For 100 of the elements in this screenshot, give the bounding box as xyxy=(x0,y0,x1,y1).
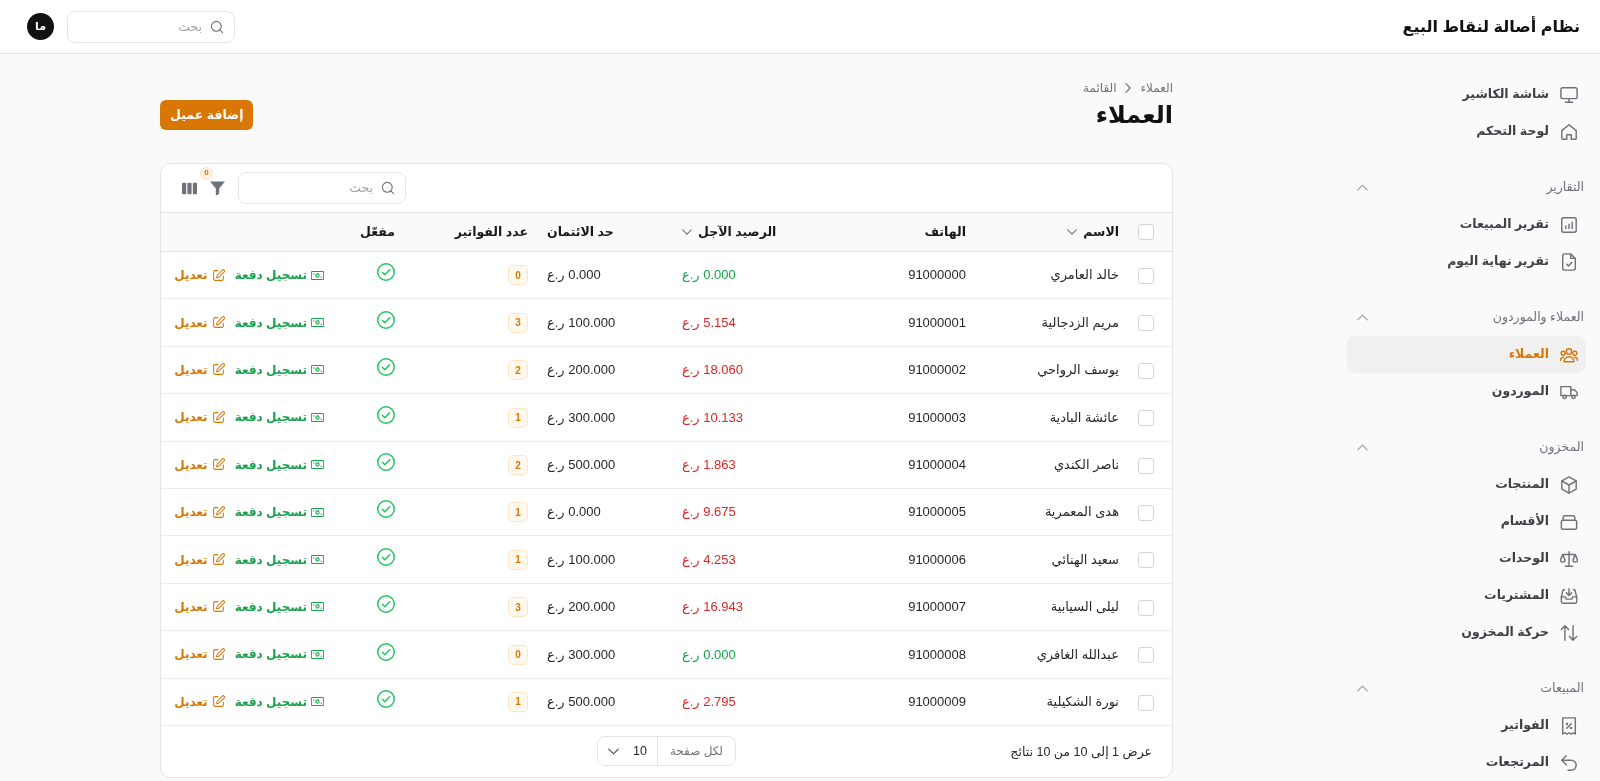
edit-link[interactable]: تعديل xyxy=(174,597,225,616)
column-header: عدد الفواتير xyxy=(454,224,528,239)
sidebar-section-header[interactable]: المبيعات xyxy=(1347,670,1586,707)
phone-number: 91000001 xyxy=(789,298,974,347)
balance-amount: 0.000 ر.ع xyxy=(657,251,789,299)
record-payment-link[interactable]: تسجيل دفعة xyxy=(234,455,324,474)
edit-link[interactable]: تعديل xyxy=(174,360,225,379)
table-search-field[interactable]: بحث xyxy=(238,172,406,204)
columns-icon xyxy=(182,180,197,196)
sidebar-item[interactable]: المرتجعات xyxy=(1347,744,1586,781)
sidebar-item[interactable]: العملاء xyxy=(1347,336,1586,373)
row-checkbox[interactable] xyxy=(1138,694,1154,711)
row-checkbox[interactable] xyxy=(1138,599,1154,616)
edit-link[interactable]: تعديل xyxy=(174,645,225,664)
sidebar-item[interactable]: تقرير المبيعات xyxy=(1347,206,1586,243)
edit-link[interactable]: تعديل xyxy=(174,266,225,285)
customer-name: ليلى السيابية xyxy=(974,583,1129,631)
record-payment-link[interactable]: تسجيل دفعة xyxy=(234,550,324,569)
scale-icon xyxy=(1560,549,1578,568)
column-header: الهاتف xyxy=(924,224,966,239)
row-checkbox[interactable] xyxy=(1138,268,1154,284)
invoice-count-badge: 0 xyxy=(508,265,528,286)
edit-icon xyxy=(211,268,225,282)
edit-link[interactable]: تعديل xyxy=(174,550,225,569)
chevron-down-icon xyxy=(607,747,619,755)
row-checkbox[interactable] xyxy=(1138,457,1154,474)
banknote-icon xyxy=(311,410,324,424)
tray-icon xyxy=(1560,512,1578,531)
phone-number: 91000007 xyxy=(789,583,974,631)
customer-name: عبدالله الغافري xyxy=(974,630,1129,678)
search-field[interactable]: بحث xyxy=(67,10,235,43)
edit-icon xyxy=(211,410,225,424)
row-checkbox[interactable] xyxy=(1138,362,1154,379)
record-payment-link[interactable]: تسجيل دفعة xyxy=(234,503,324,522)
column-header: مفعّل xyxy=(360,224,395,239)
banknote-icon xyxy=(311,600,324,614)
banknote-icon xyxy=(311,363,324,377)
invoice-count-badge: 2 xyxy=(508,360,528,381)
row-checkbox[interactable] xyxy=(1138,552,1154,569)
row-checkbox[interactable] xyxy=(1138,410,1154,427)
customer-name: هدى المعمرية xyxy=(974,488,1129,536)
record-payment-link[interactable]: تسجيل دفعة xyxy=(234,692,324,711)
balance-amount: 2.795 ر.ع xyxy=(657,678,789,726)
sidebar-item[interactable]: المشتريات xyxy=(1347,577,1586,614)
credit-limit: 0.000 ر.ع xyxy=(539,488,657,536)
sidebar-item[interactable]: شاشة الكاشير xyxy=(1347,76,1586,113)
credit-limit: 500.000 ر.ع xyxy=(539,441,657,489)
column-sort-button[interactable]: الرصيد الآجل xyxy=(682,222,777,242)
invoice-count-badge: 1 xyxy=(508,502,528,523)
record-payment-link[interactable]: تسجيل دفعة xyxy=(234,645,324,664)
sidebar-item[interactable]: الأقسام xyxy=(1347,503,1586,540)
filter-button[interactable] xyxy=(210,180,225,196)
edit-link[interactable]: تعديل xyxy=(174,455,225,474)
chevron-right-icon xyxy=(1125,83,1132,93)
column-sort-button[interactable]: الاسم xyxy=(1067,222,1119,242)
select-all-checkbox[interactable] xyxy=(1138,224,1154,241)
edit-link[interactable]: تعديل xyxy=(174,408,225,427)
sidebar-section-header[interactable]: المخزون xyxy=(1347,429,1586,466)
edit-link[interactable]: تعديل xyxy=(174,313,225,332)
record-payment-link[interactable]: تسجيل دفعة xyxy=(234,408,324,427)
row-checkbox[interactable] xyxy=(1138,504,1154,521)
banknote-icon xyxy=(311,505,324,519)
record-payment-link[interactable]: تسجيل دفعة xyxy=(234,360,324,379)
banknote-icon xyxy=(311,458,324,472)
banknote-icon xyxy=(311,553,324,567)
filter-count-badge: 0 xyxy=(200,166,213,180)
record-payment-link[interactable]: تسجيل دفعة xyxy=(234,266,324,285)
invoice-count-badge: 0 xyxy=(508,644,528,665)
sidebar-item[interactable]: المنتجات xyxy=(1347,466,1586,503)
edit-link[interactable]: تعديل xyxy=(174,503,225,522)
row-checkbox[interactable] xyxy=(1138,647,1154,664)
sidebar-item[interactable]: حركة المخزون xyxy=(1347,614,1586,651)
sidebar-item[interactable]: الوحدات xyxy=(1347,540,1586,577)
receipt-icon xyxy=(1560,716,1578,735)
sidebar-item[interactable]: الفواتير xyxy=(1347,707,1586,744)
up-down-arrows-icon xyxy=(1560,623,1578,642)
record-payment-link[interactable]: تسجيل دفعة xyxy=(234,313,324,332)
credit-limit: 100.000 ر.ع xyxy=(539,298,657,347)
breadcrumb-link[interactable]: العملاء xyxy=(1140,79,1173,97)
phone-number: 91000005 xyxy=(789,488,974,536)
add-customer-button[interactable]: إضافة عميل xyxy=(160,100,254,130)
credit-limit: 100.000 ر.ع xyxy=(539,535,657,584)
balance-amount: 10.133 ر.ع xyxy=(657,393,789,442)
banknote-icon xyxy=(311,695,324,709)
user-avatar[interactable]: ما xyxy=(27,13,54,40)
edit-link[interactable]: تعديل xyxy=(174,692,225,711)
sidebar-section-header[interactable]: التقارير xyxy=(1347,169,1586,206)
sidebar-item[interactable]: لوحة التحكم xyxy=(1347,113,1586,150)
document-check-icon xyxy=(1560,252,1578,271)
sidebar-item[interactable]: الموردون xyxy=(1347,373,1586,410)
credit-limit: 0.000 ر.ع xyxy=(539,251,657,299)
sidebar-item[interactable]: تقرير نهاية اليوم xyxy=(1347,243,1586,280)
record-payment-link[interactable]: تسجيل دفعة xyxy=(234,597,324,616)
invoice-count-badge: 1 xyxy=(508,691,528,712)
breadcrumb-current: القائمة xyxy=(1083,80,1117,97)
phone-number: 91000003 xyxy=(789,393,974,442)
row-checkbox[interactable] xyxy=(1138,315,1154,332)
app-title: نظام أصالة لنقاط البيع xyxy=(1402,16,1580,37)
columns-button[interactable] xyxy=(182,180,197,196)
sidebar-section-header[interactable]: العملاء والموردون xyxy=(1347,299,1586,336)
